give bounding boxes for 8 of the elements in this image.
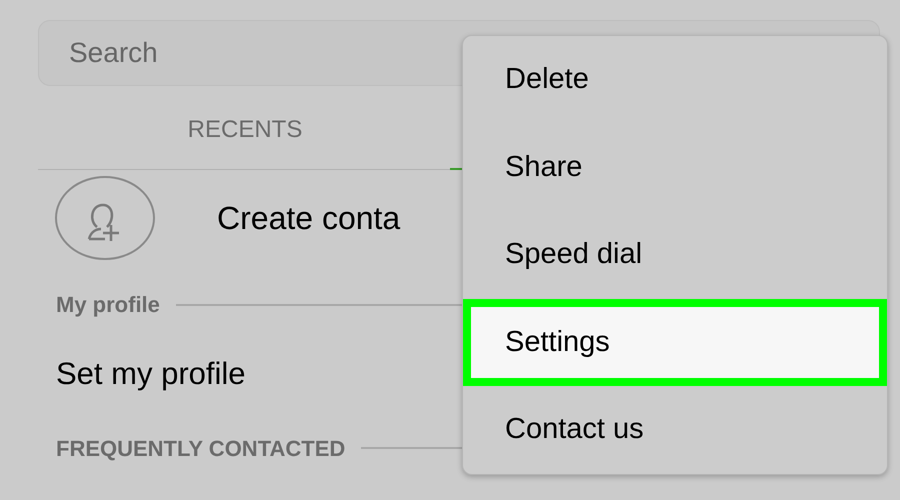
menu-item[interactable]: Contact us [463,386,887,474]
menu-item[interactable]: Share [463,124,887,212]
section-header: FREQUENTLY CONTACTED [56,434,346,462]
menu-item[interactable]: Speed dial [463,211,887,299]
section-header: My profile [56,291,160,319]
menu-item[interactable]: Settings [463,298,887,386]
create-contact-label[interactable]: Create conta [217,194,400,242]
add-contact-icon [55,175,155,261]
